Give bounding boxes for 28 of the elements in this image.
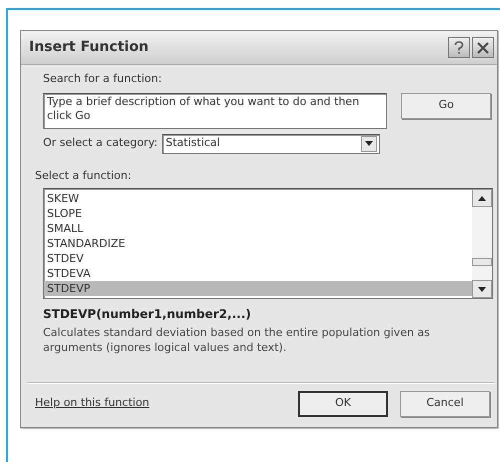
function-list-item[interactable]: SKEW — [44, 191, 472, 206]
function-list-item[interactable]: SLOPE — [44, 206, 472, 221]
function-signature: STDEVP(number1,number2,...) — [43, 306, 252, 323]
cancel-button[interactable]: Cancel — [400, 390, 490, 417]
ok-button[interactable]: OK — [298, 390, 388, 417]
function-list-item[interactable]: STDEVA — [44, 266, 472, 281]
function-list-label: Select a function: — [35, 168, 132, 184]
go-button[interactable]: Go — [401, 92, 491, 118]
scroll-up-icon — [478, 196, 486, 200]
category-label: Or select a category: — [43, 135, 158, 152]
scroll-down-icon — [478, 286, 486, 292]
function-list-item[interactable]: SMALL — [44, 221, 472, 236]
dropdown-arrow-icon — [364, 141, 373, 146]
function-list-item[interactable]: STANDARDIZE — [44, 236, 472, 251]
help-button[interactable] — [448, 37, 470, 58]
scroll-thumb[interactable] — [472, 258, 492, 266]
question-mark-icon — [454, 40, 464, 54]
scrollbar[interactable] — [472, 189, 492, 298]
close-button[interactable] — [472, 37, 494, 58]
function-list-item[interactable]: STDEV — [44, 251, 472, 266]
close-icon — [476, 40, 490, 54]
category-dropdown[interactable]: Statistical — [162, 134, 380, 154]
help-link[interactable]: Help on this function — [35, 395, 150, 412]
search-label: Search for a function: — [43, 71, 163, 87]
function-list-item[interactable]: STDEVP — [44, 281, 472, 296]
search-field[interactable]: Type a brief description of what you want to do and then click Go — [43, 92, 388, 128]
window-title: Insert Function — [29, 38, 149, 57]
function-description: Calculates standard deviation based on the entire population given as arguments (ignores logical values and text). — [43, 326, 431, 356]
